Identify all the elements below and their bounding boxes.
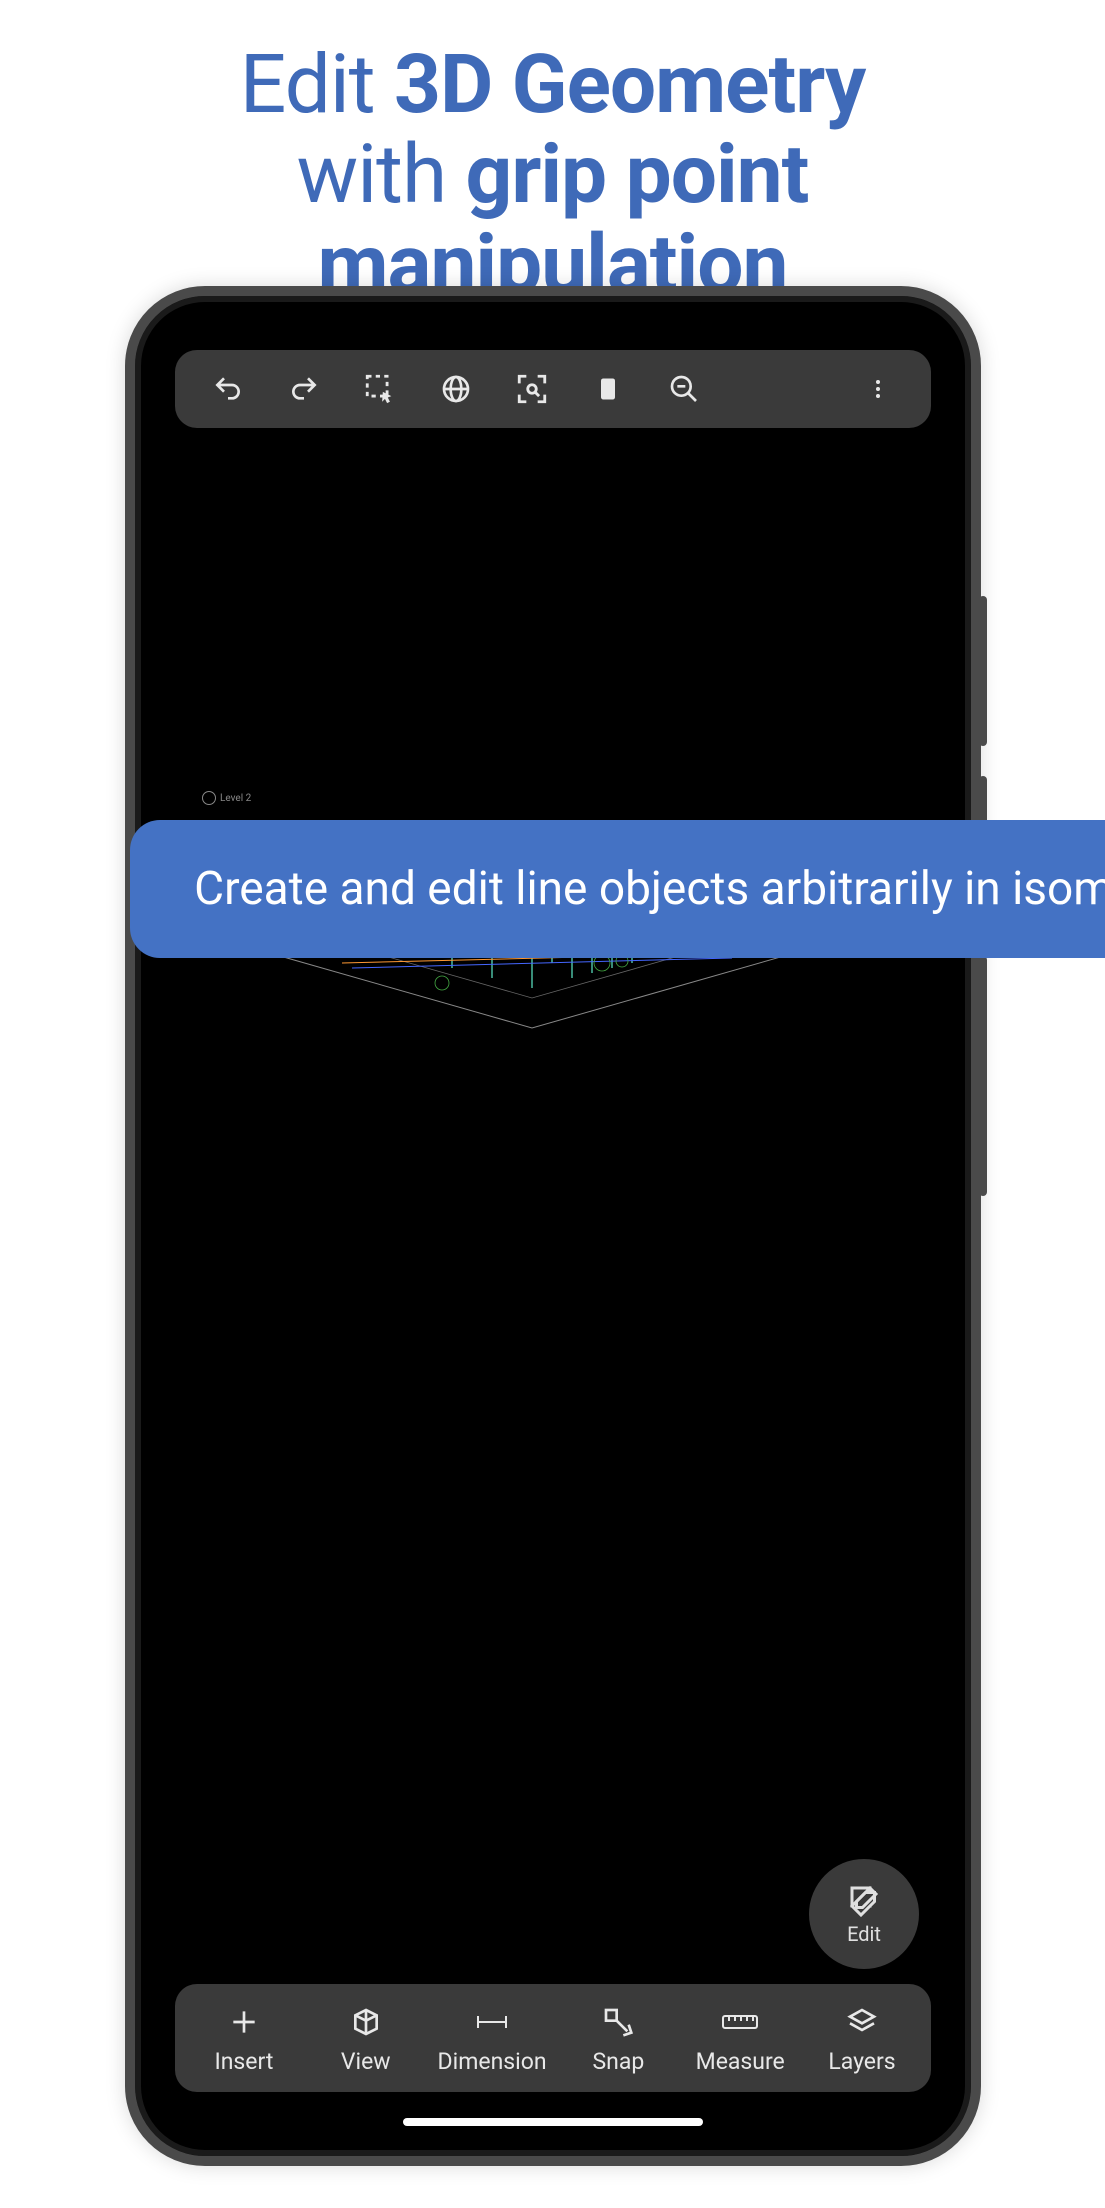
plus-icon <box>228 2006 260 2038</box>
edit-fab[interactable]: Edit <box>809 1859 919 1969</box>
nav-view-label: View <box>341 2048 391 2075</box>
nav-dimension[interactable]: Dimension <box>438 2002 547 2075</box>
paper-icon <box>594 373 622 405</box>
cube-icon <box>350 2006 382 2038</box>
dimension-icon <box>474 2010 510 2034</box>
selection-icon <box>363 372 397 406</box>
redo-icon <box>288 373 320 405</box>
phone-volume-up <box>979 596 987 746</box>
selection-button[interactable] <box>351 360 409 418</box>
nav-dimension-label: Dimension <box>438 2048 547 2075</box>
zoom-button[interactable] <box>655 360 713 418</box>
undo-icon <box>212 373 244 405</box>
undo-button[interactable] <box>199 360 257 418</box>
headline-line1-pre: Edit <box>240 37 394 133</box>
headline-line2-bold: grip point <box>465 127 808 223</box>
cad-canvas[interactable]: Level 2 Level 1 <box>147 448 959 2004</box>
app-screen: Level 2 Level 1 <box>147 308 959 2144</box>
headline-line1-bold: 3D Geometry <box>394 37 865 133</box>
nav-insert-label: Insert <box>214 2048 273 2075</box>
marketing-headline: Edit 3D Geometry with grip point manipul… <box>0 0 1105 311</box>
nav-view[interactable]: View <box>316 2002 416 2075</box>
home-indicator <box>403 2118 703 2126</box>
top-toolbar <box>175 350 931 428</box>
globe-button[interactable] <box>427 360 485 418</box>
more-button[interactable] <box>849 360 907 418</box>
zoom-extents-icon <box>515 372 549 406</box>
callout-bubble: Create and edit line objects arbitrarily… <box>130 820 1105 958</box>
callout-text: Create and edit line objects arbitrarily… <box>180 858 1105 920</box>
zoom-icon <box>668 373 700 405</box>
snap-icon <box>602 2006 634 2038</box>
headline-line2-pre: with <box>297 127 466 223</box>
phone-frame: Level 2 Level 1 <box>125 286 981 2166</box>
globe-icon <box>440 373 472 405</box>
nav-insert[interactable]: Insert <box>194 2002 294 2075</box>
ruler-icon <box>720 2010 760 2034</box>
bottom-nav: Insert View Dimension Snap Measure Layer… <box>175 1984 931 2092</box>
nav-snap[interactable]: Snap <box>568 2002 668 2075</box>
more-icon <box>866 375 890 403</box>
paper-button[interactable] <box>579 360 637 418</box>
redo-button[interactable] <box>275 360 333 418</box>
nav-measure-label: Measure <box>696 2048 785 2075</box>
nav-layers-label: Layers <box>828 2048 895 2075</box>
nav-layers[interactable]: Layers <box>812 2002 912 2075</box>
nav-measure[interactable]: Measure <box>690 2002 790 2075</box>
edit-icon <box>846 1882 882 1918</box>
phone-power <box>979 956 987 1196</box>
edit-fab-label: Edit <box>847 1922 881 1946</box>
layers-icon <box>846 2006 878 2038</box>
nav-snap-label: Snap <box>592 2048 644 2075</box>
zoom-extents-button[interactable] <box>503 360 561 418</box>
